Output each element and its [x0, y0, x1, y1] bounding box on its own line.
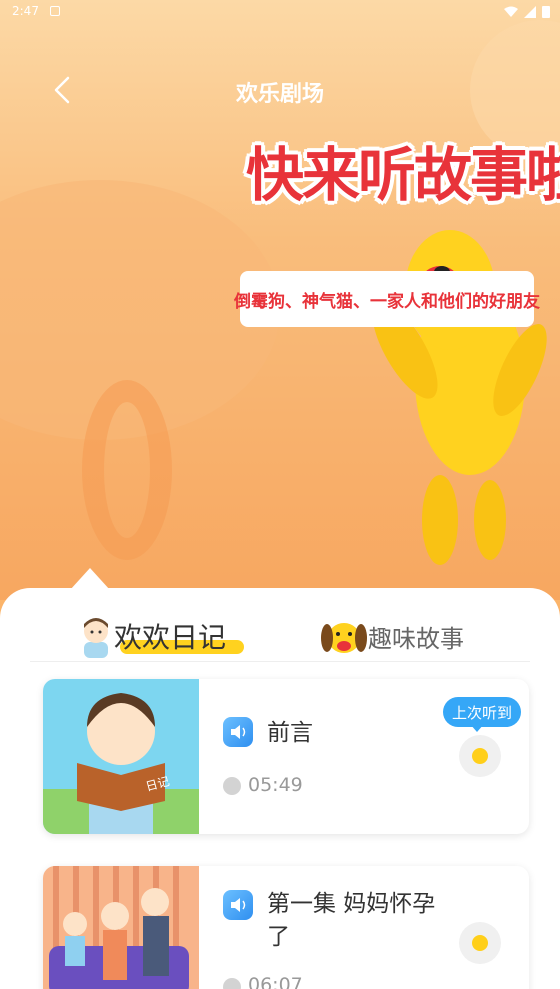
wifi-icon [504, 6, 518, 17]
clock-icon [223, 777, 241, 795]
headline-text: 快来听故事啦 [246, 141, 560, 209]
episode-thumbnail [43, 866, 199, 989]
status-time: 2:47 [12, 4, 39, 18]
dog-face-icon [321, 623, 367, 653]
hero-banner: 欢乐剧场 快来听故事啦 倒霉狗、神气猫、一家人和他们的好朋友 [0, 0, 560, 600]
subtitle-pill: 倒霉狗、神气猫、一家人和他们的好朋友 [234, 271, 540, 327]
tab-label: 趣味故事 [368, 624, 464, 653]
clock-icon [223, 978, 241, 989]
episode-duration: 05:49 [248, 774, 303, 796]
notification-icon [50, 6, 60, 16]
play-icon [472, 748, 488, 764]
boy-avatar-icon [84, 618, 108, 658]
play-button[interactable] [459, 735, 501, 777]
tab-bar: 欢欢日记 趣味故事 [30, 610, 530, 662]
page-title: 欢乐剧场 [235, 82, 324, 107]
speaker-icon [223, 890, 253, 920]
list-item[interactable]: 第一集 妈妈怀孕了 06:07 [43, 866, 529, 989]
episode-duration: 06:07 [248, 974, 303, 989]
last-heard-badge: 上次听到 [443, 697, 521, 727]
signal-icon [524, 5, 536, 18]
speaker-icon [223, 717, 253, 747]
card-notch [70, 568, 110, 590]
status-bar: 2:47 [0, 0, 560, 24]
play-button[interactable] [459, 922, 501, 964]
tab-huanhuan-diary[interactable]: 欢欢日记 [78, 610, 244, 662]
episode-title: 前言 [267, 720, 313, 746]
tab-label: 欢欢日记 [114, 621, 227, 654]
play-icon [472, 935, 488, 951]
battery-icon [542, 6, 550, 18]
badge-tail [470, 724, 484, 732]
dog-illustration [372, 230, 547, 565]
episode-title: 第一集 妈妈怀孕了 [267, 891, 436, 950]
tab-fun-stories[interactable]: 趣味故事 [320, 610, 464, 662]
subtitle-text: 倒霉狗、神气猫、一家人和他们的好朋友 [234, 291, 540, 312]
episode-thumbnail: 日记 [43, 679, 199, 834]
